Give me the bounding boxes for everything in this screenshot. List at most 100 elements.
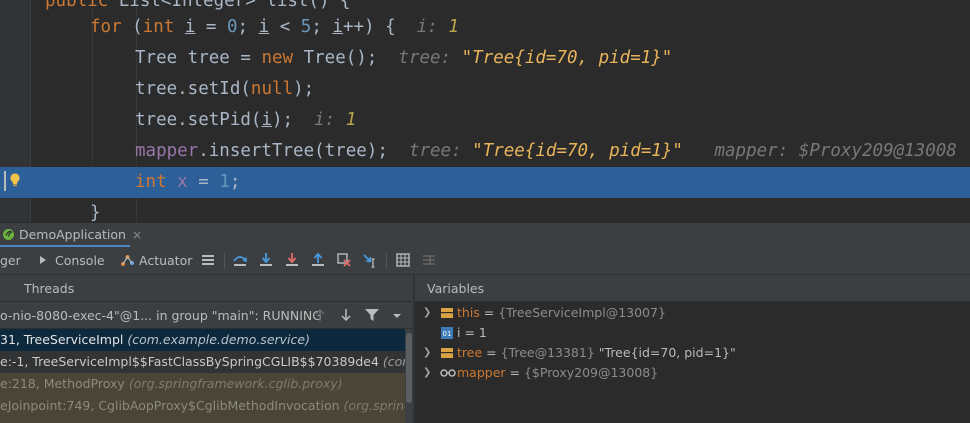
execution-point-marker xyxy=(4,171,6,191)
arrow-down-icon[interactable] xyxy=(340,308,352,322)
variable-row-tree[interactable]: ❯ tree = {Tree@13381} "Tree{id=70, pid=1}… xyxy=(415,343,970,363)
code-token: ; xyxy=(229,172,241,192)
frame-package: (org.springframework.cglib.proxy) xyxy=(128,376,343,391)
variable-name: this xyxy=(457,305,480,320)
code-text: int x = 1; xyxy=(135,167,240,198)
variable-text: this = {TreeServiceImpl@13007} xyxy=(457,303,666,323)
actuator-tab-label: Actuator xyxy=(138,253,193,268)
watch-icon xyxy=(440,366,456,380)
code-token: for xyxy=(90,17,122,37)
frames-panel: Threads o-nio-8080-exec-4"@1... in group… xyxy=(0,275,413,423)
equals-sign: = xyxy=(479,305,499,320)
tab-console[interactable]: Console xyxy=(38,247,105,274)
step-over-icon[interactable] xyxy=(232,252,248,268)
code-text: for (int i = 0; i < 5; i++) { i: 1 xyxy=(90,12,459,43)
code-text: mapper.insertTree(tree); tree: "Tree{id=… xyxy=(135,136,957,167)
tab-actuator[interactable]: Actuator xyxy=(120,247,192,274)
stack-frame[interactable]: e:218, MethodProxy (org.springframework.… xyxy=(0,373,413,395)
code-token: int xyxy=(142,17,175,37)
code-line[interactable]: tree.setPid(i); i: 1 xyxy=(0,105,970,136)
debugger-toolbar: ger Console Actuator xyxy=(0,247,970,275)
code-token: ); xyxy=(293,79,315,99)
scrollbar-thumb[interactable] xyxy=(406,333,412,403)
lightbulb-icon[interactable] xyxy=(9,172,21,188)
step-into-icon[interactable] xyxy=(258,252,274,268)
code-text: } xyxy=(90,198,101,222)
variable-text: i = 1 xyxy=(457,323,487,343)
expand-arrow-icon[interactable]: ❯ xyxy=(423,343,431,363)
code-line[interactable]: tree.setId(null); xyxy=(0,74,970,105)
variable-name: mapper xyxy=(457,365,506,380)
force-step-into-icon[interactable] xyxy=(284,252,300,268)
code-token: List<Integer> xyxy=(118,0,267,11)
variable-type: {Tree@13381} xyxy=(500,345,595,360)
frame-method: eJoinpoint:749, CglibAopProxy$CglibMetho… xyxy=(0,398,344,413)
variables-header: Variables xyxy=(415,275,970,302)
inline-debug-value: 1 xyxy=(345,110,357,130)
code-text: Tree tree = new Tree(); tree: "Tree{id=7… xyxy=(135,43,672,74)
frame-method: e:218, MethodProxy xyxy=(0,376,129,391)
code-token: 5 xyxy=(300,17,312,37)
code-token: tree.setPid( xyxy=(135,110,262,130)
variable-type: {TreeServiceImpl@13007} xyxy=(498,305,666,320)
trace-stream-icon[interactable] xyxy=(421,252,437,268)
inline-debug-value: tree: xyxy=(398,48,462,68)
variable-row-mapper[interactable]: ❯ mapper = {$Proxy209@13008} xyxy=(415,363,970,383)
expand-arrow-icon[interactable]: ❯ xyxy=(423,363,431,383)
code-line[interactable]: for (int i = 0; i < 5; i++) { i: 1 xyxy=(0,12,970,43)
svg-text:01: 01 xyxy=(443,330,452,338)
variables-header-label: Variables xyxy=(427,281,485,296)
code-token: = xyxy=(195,17,227,37)
tab-demo-application[interactable]: DemoApplication × xyxy=(0,223,142,247)
frames-scrollbar[interactable] xyxy=(405,329,413,423)
variable-text: mapper = {$Proxy209@13008} xyxy=(457,363,658,383)
code-line[interactable]: Tree tree = new Tree(); tree: "Tree{id=7… xyxy=(0,43,970,74)
code-line[interactable]: } xyxy=(0,198,970,222)
chevron-down-icon[interactable] xyxy=(392,313,402,319)
console-icon xyxy=(40,256,46,264)
code-token: () { xyxy=(308,0,351,11)
code-token: 0 xyxy=(227,17,238,37)
stack-frame[interactable]: 31, TreeServiceImpl (com.example.demo.se… xyxy=(0,329,413,351)
stack-frames-list[interactable]: 31, TreeServiceImpl (com.example.demo.se… xyxy=(0,329,413,423)
code-editor[interactable]: public List<Integer> list() {for (int i … xyxy=(0,0,970,222)
inline-debug-value: i: xyxy=(416,17,449,37)
code-token: } xyxy=(90,203,101,222)
code-token: 1 xyxy=(219,172,230,192)
code-token: new xyxy=(261,48,294,68)
stack-frame[interactable]: eJoinpoint:749, CglibAopProxy$CglibMetho… xyxy=(0,395,413,417)
code-text: tree.setId(null); xyxy=(135,74,314,105)
code-token: < xyxy=(269,17,301,37)
filter-icon[interactable] xyxy=(364,308,380,322)
code-token: ); xyxy=(271,110,315,130)
code-text: tree.setPid(i); i: 1 xyxy=(135,105,356,136)
menu-icon[interactable] xyxy=(200,252,216,268)
expand-arrow-icon[interactable]: ❯ xyxy=(423,303,431,323)
code-line[interactable]: mapper.insertTree(tree); tree: "Tree{id=… xyxy=(0,136,970,167)
inline-debug-value: tree: xyxy=(408,141,473,161)
stack-frame[interactable] xyxy=(0,417,413,423)
current-code-line[interactable]: int x = 1; xyxy=(0,167,970,198)
thread-selector[interactable]: o-nio-8080-exec-4"@1... in group "main":… xyxy=(0,302,413,329)
evaluate-expression-icon[interactable] xyxy=(395,252,411,268)
code-token: null xyxy=(250,79,294,99)
frame-package: (com.example.demo.service) xyxy=(127,332,310,347)
field-icon xyxy=(440,346,454,360)
threads-header-label: Threads xyxy=(24,281,75,296)
code-token: Tree tree = xyxy=(135,48,262,68)
code-token: i xyxy=(258,17,270,37)
field-icon xyxy=(440,306,454,320)
drop-frame-icon[interactable] xyxy=(336,252,352,268)
variable-row-i[interactable]: 01 i = 1 xyxy=(415,323,970,343)
close-tab-icon[interactable]: × xyxy=(132,228,142,242)
variable-row-this[interactable]: ❯ this = {TreeServiceImpl@13007} xyxy=(415,303,970,323)
frame-method: 31, TreeServiceImpl xyxy=(0,332,128,347)
tab-debugger[interactable]: ger xyxy=(0,247,21,274)
stack-frame[interactable]: e:-1, TreeServiceImpl$$FastClassBySpring… xyxy=(0,351,413,373)
frame-package: (org.springfram xyxy=(343,398,414,413)
code-token: = xyxy=(187,172,220,192)
step-out-icon[interactable] xyxy=(310,252,326,268)
arrow-up-icon[interactable] xyxy=(314,308,326,322)
run-to-cursor-icon[interactable] xyxy=(362,252,378,268)
